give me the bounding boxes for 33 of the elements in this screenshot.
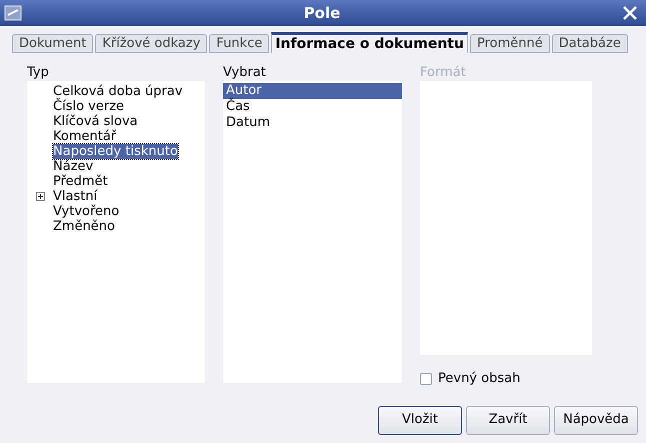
select-list[interactable]: Autor Čas Datum: [223, 81, 402, 383]
tab[interactable]: Křížové odkazy: [95, 34, 208, 53]
list-item[interactable]: Vlastní: [53, 189, 98, 204]
tab[interactable]: Databáze: [552, 34, 628, 53]
dialog-button[interactable]: Zavřít: [466, 406, 550, 434]
app-icon: [4, 5, 22, 21]
checkbox-label: Pevný obsah: [438, 370, 520, 388]
list-item[interactable]: Název: [53, 159, 94, 174]
list-item[interactable]: Čas: [223, 99, 402, 115]
list-item[interactable]: Celková doba úprav: [53, 84, 183, 99]
list-item[interactable]: Klíčová slova: [53, 114, 138, 129]
tab[interactable]: Informace o dokumentu: [271, 32, 468, 53]
dialog-button[interactable]: Nápověda: [554, 406, 638, 434]
window-title: Pole: [302, 2, 342, 24]
list-item[interactable]: Číslo verze: [53, 99, 124, 114]
list-item[interactable]: Datum: [223, 115, 402, 131]
dialog-button[interactable]: Vložit: [378, 406, 462, 434]
list-label: Formát: [420, 64, 467, 81]
list-item[interactable]: Změněno: [53, 219, 115, 234]
list-label: Typ: [27, 64, 50, 81]
tab[interactable]: Proměnné: [470, 34, 550, 53]
type-list[interactable]: Celková doba úprav Číslo verze Klíčová slova Komentář Naposledy tisknuto Název Předmět Vlastní Vytvořeno Změněno: [27, 81, 205, 383]
list-label: Vybrat: [223, 64, 267, 81]
expand-icon[interactable]: [36, 192, 44, 201]
tab[interactable]: Funkce: [209, 34, 270, 53]
list-item[interactable]: Autor: [223, 83, 402, 99]
list-item[interactable]: Předmět: [53, 174, 108, 189]
list-item[interactable]: Naposledy tisknuto: [53, 144, 178, 159]
list-item[interactable]: Komentář: [53, 129, 116, 144]
close-icon[interactable]: [622, 5, 638, 21]
list-item[interactable]: Vytvořeno: [53, 204, 120, 219]
checkbox[interactable]: [420, 372, 432, 385]
tab[interactable]: Dokument: [12, 34, 94, 53]
